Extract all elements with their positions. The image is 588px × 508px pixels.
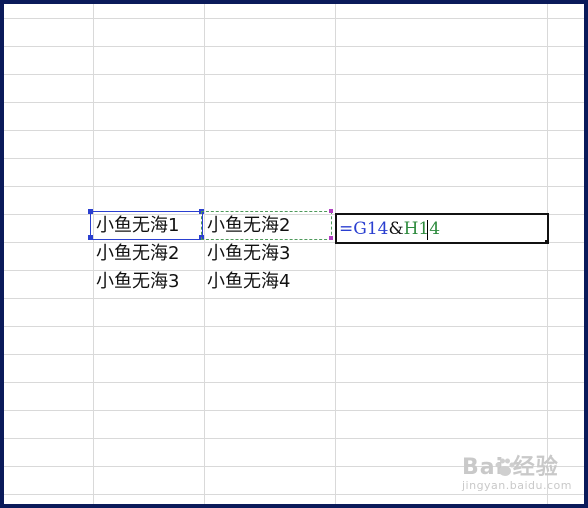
spreadsheet-window: 小鱼无海1 小鱼无海2 小鱼无海2 小鱼无海3 小鱼无海3 小鱼无海4 =G14… bbox=[0, 0, 588, 508]
reference-handle[interactable] bbox=[88, 209, 93, 214]
cell-grid[interactable] bbox=[4, 4, 588, 508]
formula-text[interactable]: =G14&H14 bbox=[339, 215, 440, 243]
cell-h14[interactable]: 小鱼无海2 bbox=[207, 212, 290, 240]
formula-prefix: = bbox=[339, 219, 354, 239]
cell-h16[interactable]: 小鱼无海4 bbox=[207, 268, 290, 296]
cell-h15[interactable]: 小鱼无海3 bbox=[207, 240, 290, 268]
formula-ref-g14: G14 bbox=[353, 219, 389, 239]
formula-operator: & bbox=[388, 219, 404, 239]
paw-icon bbox=[494, 456, 516, 478]
watermark-url: jingyan.baidu.com bbox=[461, 479, 572, 492]
reference-handle[interactable] bbox=[329, 236, 333, 240]
text-caret bbox=[427, 220, 428, 240]
cell-g15[interactable]: 小鱼无海2 bbox=[96, 240, 179, 268]
reference-handle[interactable] bbox=[329, 209, 333, 213]
cell-g16[interactable]: 小鱼无海3 bbox=[96, 268, 179, 296]
formula-ref-h14: H14 bbox=[403, 219, 441, 239]
fill-handle[interactable] bbox=[545, 240, 549, 244]
baidu-jingyan-watermark: Bai 经验 jingyan.baidu.com bbox=[462, 449, 572, 492]
cell-g14[interactable]: 小鱼无海1 bbox=[96, 212, 179, 240]
reference-handle[interactable] bbox=[88, 235, 93, 240]
